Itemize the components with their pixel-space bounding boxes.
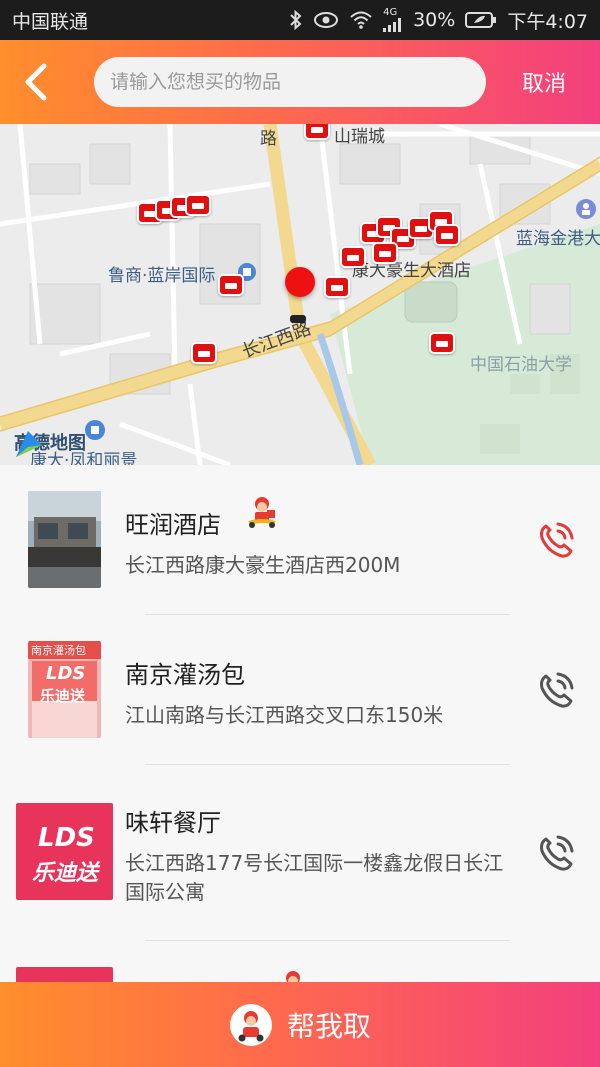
store-pin[interactable] xyxy=(185,194,211,216)
list-item[interactable]: 南京灌汤包 LDS 乐迪送 南京灌汤包 江山南路与长江西路交叉口东150米 xyxy=(0,615,600,765)
poi-icon xyxy=(85,420,105,440)
list-item[interactable]: LDS 乐迪送 味轩餐厅 长江西路177号长江国际一楼鑫龙假日长江国际公寓 xyxy=(0,765,600,941)
store-pin[interactable] xyxy=(324,276,350,298)
battery-percent: 30% xyxy=(413,9,456,31)
store-address: 江山南路与长江西路交叉口东150米 xyxy=(125,703,444,727)
store-list: 旺润酒店 长江西路康大豪生酒店西200M 南京灌汤包 LDS 乐迪送 南京灌汤包… xyxy=(0,465,600,1067)
car-icon xyxy=(290,315,306,323)
wifi-icon xyxy=(349,10,373,30)
clock: 下午4:07 xyxy=(507,10,588,33)
store-pin[interactable] xyxy=(434,224,460,246)
store-name: 旺润酒店 xyxy=(125,511,221,539)
store-sign-text: 南京灌汤包 xyxy=(31,644,86,657)
store-pin[interactable] xyxy=(429,332,455,354)
store-pin[interactable] xyxy=(218,274,244,296)
store-name: 南京灌汤包 xyxy=(125,661,245,689)
carrier-name: 中国联通 xyxy=(12,10,89,33)
store-photo: LDS 乐迪送 xyxy=(16,803,113,900)
store-logo-text: LDS xyxy=(46,663,86,684)
battery-icon xyxy=(465,11,497,29)
cancel-button[interactable]: 取消 xyxy=(522,66,566,98)
poi-icon xyxy=(576,199,596,219)
header-bar: 取消 xyxy=(0,40,600,124)
store-pin[interactable] xyxy=(304,124,330,140)
map-label-kangda: 康大豪生大酒店 xyxy=(352,261,471,281)
store-pin[interactable] xyxy=(340,246,366,268)
phone-icon[interactable] xyxy=(536,670,576,710)
list-item[interactable]: 旺润酒店 长江西路康大豪生酒店西200M xyxy=(0,465,600,615)
map-label-shiyou: 中国石油大学 xyxy=(470,355,572,375)
store-logo-cn: 乐迪送 xyxy=(40,687,86,705)
store-photo: 南京灌汤包 LDS 乐迪送 xyxy=(28,641,101,738)
store-logo-text: LDS xyxy=(38,823,95,853)
map-label-shanruicheng: 山瑞城 xyxy=(334,127,385,147)
signal-icon: 4G xyxy=(383,8,403,32)
store-address: 长江西路177号长江国际一楼鑫龙假日长江国际公寓 xyxy=(125,851,504,904)
search-box[interactable] xyxy=(94,57,486,107)
delivery-courier-icon xyxy=(248,497,276,528)
help-me-fetch-button[interactable]: 帮我取 xyxy=(0,982,600,1067)
search-input[interactable] xyxy=(110,71,470,93)
amap-logo-icon xyxy=(16,431,42,457)
phone-icon[interactable] xyxy=(536,833,576,873)
store-pin[interactable] xyxy=(191,342,217,364)
store-pin[interactable] xyxy=(372,242,398,264)
store-name: 味轩餐厅 xyxy=(125,809,221,837)
phone-icon[interactable] xyxy=(536,520,576,560)
status-bar: 中国联通 4G 30% 下午4:07 xyxy=(0,0,600,40)
map-label-lu: 路 xyxy=(260,129,277,149)
map-view[interactable]: 山瑞城 路 蓝海金港大 鲁商·蓝岸国际 康大豪生大酒店 长江西路 中国石油大学 … xyxy=(0,124,600,465)
help-me-fetch-label: 帮我取 xyxy=(286,1009,371,1043)
current-location-marker xyxy=(285,267,315,297)
back-button[interactable] xyxy=(0,40,72,124)
map-label-lanhai: 蓝海金港大 xyxy=(516,229,600,249)
store-photo xyxy=(28,491,101,588)
store-address: 长江西路康大豪生酒店西200M xyxy=(125,553,401,577)
store-logo-cn: 乐迪送 xyxy=(32,861,99,886)
map-label-lushang: 鲁商·蓝岸国际 xyxy=(108,266,216,286)
amap-logo: 高德地图 xyxy=(14,429,86,457)
chevron-left-icon xyxy=(25,63,47,101)
courier-avatar-icon xyxy=(229,1003,272,1046)
eye-icon xyxy=(313,11,339,29)
bluetooth-icon xyxy=(289,10,303,30)
